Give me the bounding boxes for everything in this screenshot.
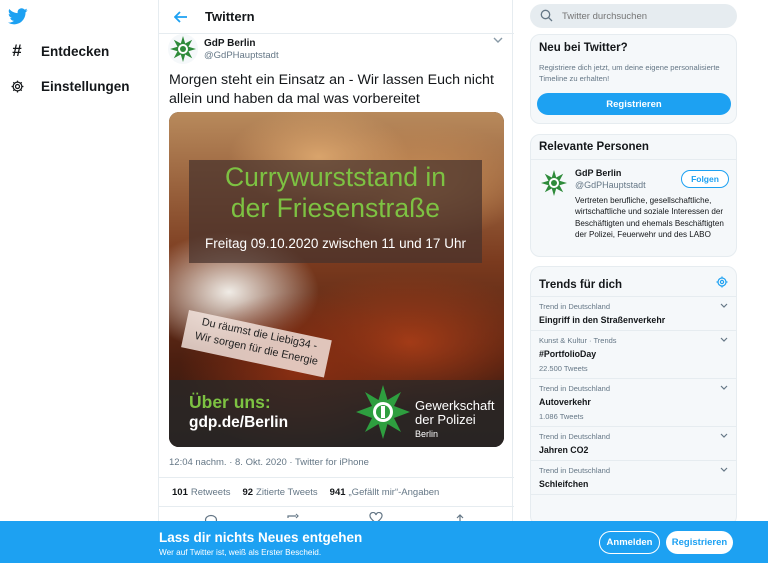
- signup-card: Neu bei Twitter? Registriere dich jetzt,…: [530, 34, 737, 124]
- nav-item-einstellungen[interactable]: Einstellungen: [8, 77, 130, 95]
- trend-count: 22.500 Tweets: [539, 364, 588, 373]
- stat-label: Retweets: [190, 486, 231, 498]
- trend-item[interactable]: Trend in Deutschland Eingriff in den Str…: [531, 297, 736, 331]
- trend-context: Trend in Deutschland: [539, 384, 611, 393]
- tweet-meta[interactable]: 12:04 nachm. · 8. Okt. 2020 · Twitter fo…: [169, 457, 369, 468]
- media-org-line: der Polizei: [415, 412, 476, 427]
- stat-count: 941: [329, 486, 346, 498]
- tweet-stats: 101 Retweets 92 Zitierte Tweets 941 „Gefäll…: [159, 477, 514, 507]
- chevron-down-icon[interactable]: [720, 432, 728, 440]
- bottom-bar-title: Lass dir nichts Neues entgehen: [159, 530, 363, 545]
- media-title-line: der Friesenstraße: [230, 193, 441, 223]
- media-title: Currywurststand in der Friesenstraße: [189, 162, 482, 224]
- author-name[interactable]: GdP Berlin: [204, 38, 256, 49]
- right-sidebar: Neu bei Twitter? Registriere dich jetzt,…: [530, 0, 737, 563]
- relevant-people-card: Relevante Personen GdP Berlin @GdPHaupts…: [530, 134, 737, 257]
- media-org-city: Berlin: [415, 429, 439, 439]
- signup-description: Registriere dich jetzt, um deine eigene …: [539, 63, 720, 83]
- trend-item[interactable]: Trend in Deutschland Schleifchen: [531, 461, 736, 495]
- gear-icon[interactable]: [716, 275, 728, 288]
- bottom-bar-subtitle: Wer auf Twitter ist, weiß als Erster Bes…: [159, 548, 322, 557]
- stat-label: Zitierte Tweets: [256, 486, 318, 498]
- gdp-star-logo-icon: [356, 385, 410, 439]
- stat-quote-tweets[interactable]: 92 Zitierte Tweets: [242, 487, 317, 498]
- trend-item[interactable]: Kunst & Kultur · Trends #PortfolioDay 22…: [531, 331, 736, 379]
- page-header: Twittern: [159, 0, 514, 34]
- chevron-down-icon[interactable]: [720, 384, 728, 392]
- gdp-star-icon: [541, 170, 567, 196]
- login-button[interactable]: Anmelden: [599, 531, 660, 554]
- tweet-actions: [159, 508, 514, 522]
- media-about-label: Über uns:: [189, 392, 271, 412]
- trend-context: Kunst & Kultur · Trends: [539, 336, 617, 345]
- follow-button[interactable]: Folgen: [681, 170, 729, 188]
- media-org-line: Gewerkschaft: [415, 398, 495, 413]
- signup-title: Neu bei Twitter?: [539, 42, 628, 54]
- left-nav: # Entdecken Einstellungen: [0, 0, 158, 563]
- trend-item[interactable]: Trend in Deutschland Jahren CO2: [531, 427, 736, 461]
- bottom-signup-bar: Lass dir nichts Neues entgehen Wer auf T…: [0, 521, 768, 563]
- stat-count: 101: [172, 486, 188, 498]
- gdp-star-icon: [170, 36, 196, 62]
- trend-item[interactable]: Trend in Deutschland Autoverkehr 1.086 T…: [531, 379, 736, 427]
- trend-name: #PortfolioDay: [539, 349, 597, 359]
- trends-card: Trends für dich Trend in Deutschland Ein…: [530, 266, 737, 526]
- search-input[interactable]: [562, 10, 722, 22]
- trend-context: Trend in Deutschland: [539, 432, 611, 441]
- back-arrow-icon[interactable]: [171, 7, 191, 27]
- gear-icon: [8, 77, 26, 95]
- register-button[interactable]: Registrieren: [666, 531, 733, 554]
- media-url: gdp.de/Berlin: [189, 414, 289, 431]
- stat-likes[interactable]: 941 „Gefällt mir“-Angaben: [330, 487, 440, 498]
- trends-header: Trends für dich: [531, 267, 736, 297]
- chevron-down-icon[interactable]: [491, 36, 505, 50]
- twitter-logo-icon[interactable]: [8, 8, 28, 25]
- main-column: Twittern GdP Berlin @GdPHauptstadt Morge…: [158, 0, 514, 563]
- stat-retweets[interactable]: 101 Retweets: [172, 487, 230, 498]
- register-button[interactable]: Registrieren: [537, 93, 731, 115]
- tweet-text: Morgen steht ein Einsatz an - Wir lassen…: [169, 72, 494, 107]
- media-title-line: Currywurststand in: [225, 162, 446, 192]
- search-icon: [540, 9, 554, 23]
- chevron-down-icon[interactable]: [720, 336, 728, 344]
- nav-label: Entdecken: [41, 43, 110, 59]
- trend-count: 1.086 Tweets: [539, 412, 584, 421]
- chevron-down-icon[interactable]: [720, 302, 728, 310]
- avatar[interactable]: [168, 34, 198, 64]
- search-bar[interactable]: [530, 4, 737, 28]
- trend-name: Autoverkehr: [539, 397, 591, 407]
- tweet-author[interactable]: GdP Berlin @GdPHauptstadt: [168, 34, 505, 68]
- chevron-down-icon[interactable]: [720, 466, 728, 474]
- author-handle[interactable]: @GdPHauptstadt: [204, 50, 279, 61]
- stat-count: 92: [242, 486, 254, 498]
- trends-title: Trends für dich: [539, 279, 623, 291]
- people-title: Relevante Personen: [531, 135, 736, 160]
- trend-context: Trend in Deutschland: [539, 466, 611, 475]
- person-handle[interactable]: @GdPHauptstadt: [575, 180, 646, 190]
- page-title: Twittern: [205, 9, 255, 24]
- trend-name: Jahren CO2: [539, 445, 589, 455]
- nav-label: Einstellungen: [41, 78, 130, 94]
- person-bio: Vertreten berufliche, gesellschaftliche,…: [575, 196, 724, 239]
- person-name[interactable]: GdP Berlin: [575, 168, 621, 178]
- tweet-media-image[interactable]: Currywurststand in der Friesenstraße Fre…: [169, 112, 504, 447]
- stat-label: „Gefällt mir“-Angaben: [348, 486, 440, 498]
- avatar[interactable]: [539, 168, 569, 198]
- trend-name: Eingriff in den Straßenverkehr: [539, 315, 666, 325]
- trend-context: Trend in Deutschland: [539, 302, 611, 311]
- hashtag-icon: #: [12, 41, 22, 60]
- trend-name: Schleifchen: [539, 479, 589, 489]
- media-date: Freitag 09.10.2020 zwischen 11 und 17 Uh…: [205, 236, 466, 251]
- nav-item-entdecken[interactable]: # Entdecken: [8, 41, 110, 60]
